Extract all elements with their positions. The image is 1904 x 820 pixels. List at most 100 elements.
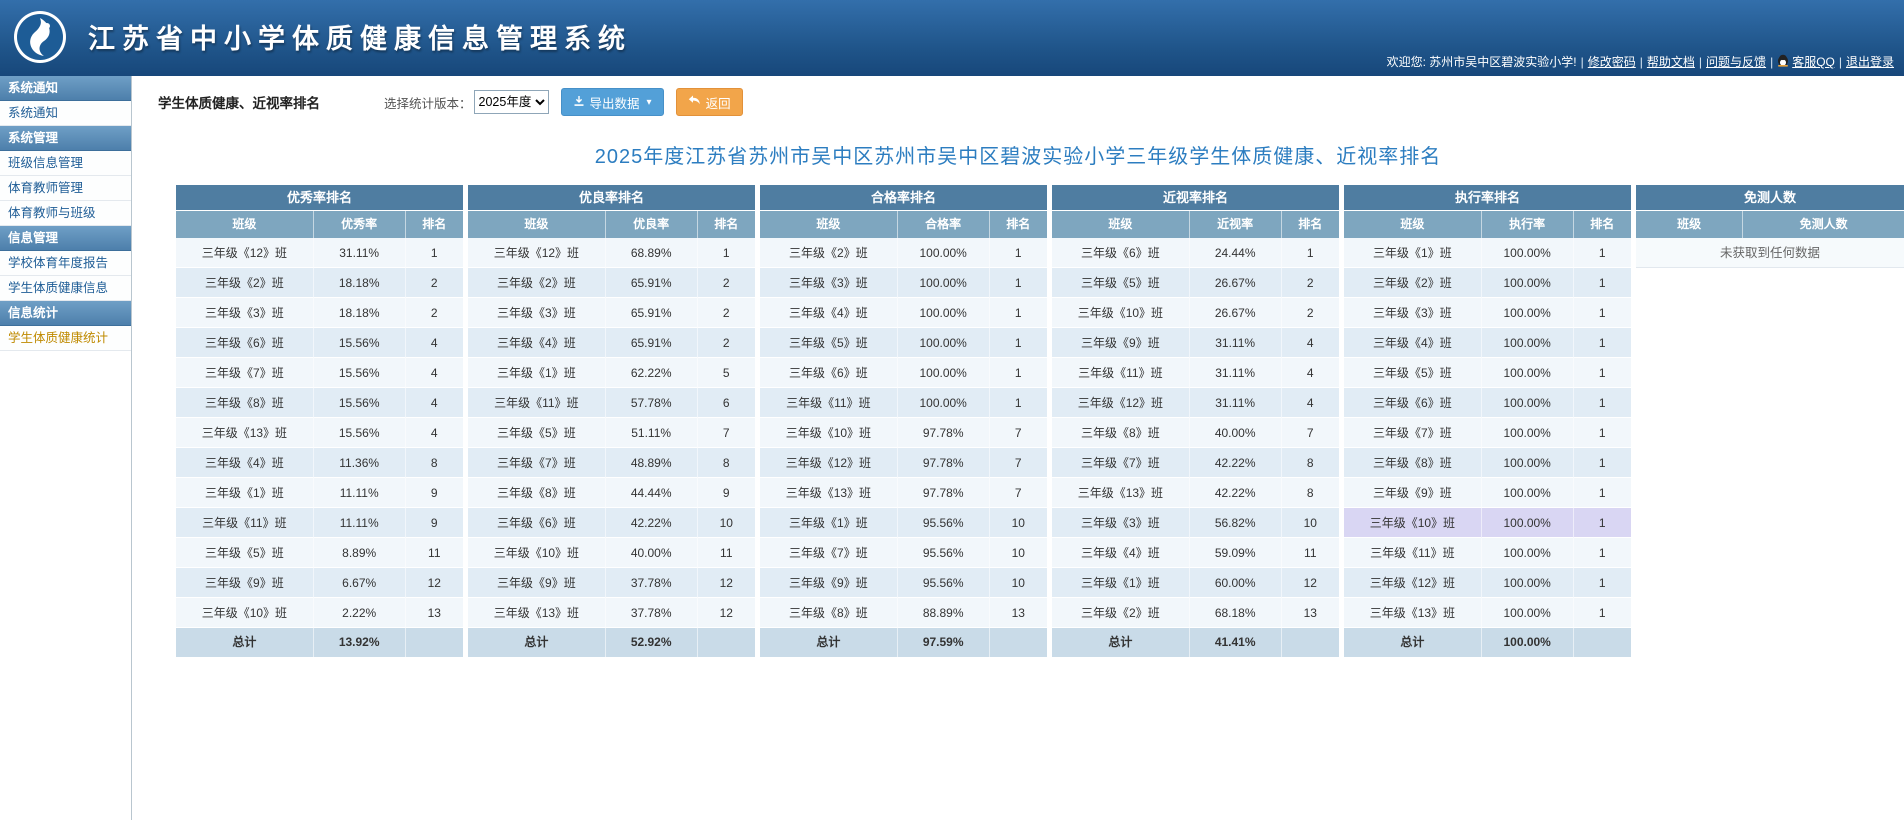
rank-table-3: 近视率排名班级近视率排名三年级《6》班24.44%1三年级《5》班26.67%2… (1052, 185, 1339, 657)
link-separator: | (1640, 55, 1643, 69)
table-row[interactable]: 三年级《5》班100.00%1 (1344, 358, 1631, 388)
table-row[interactable]: 三年级《8》班88.89%13 (760, 598, 1047, 628)
table-row[interactable]: 三年级《9》班31.11%4 (1052, 328, 1339, 358)
table-row[interactable]: 三年级《5》班8.89%11 (176, 538, 463, 568)
table-row[interactable]: 三年级《4》班100.00%1 (760, 298, 1047, 328)
sidebar-item-3[interactable]: 班级信息管理 (0, 151, 131, 176)
table-row[interactable]: 三年级《5》班100.00%1 (760, 328, 1047, 358)
table-cell: 8 (1282, 448, 1339, 478)
table-row[interactable]: 三年级《4》班11.36%8 (176, 448, 463, 478)
table-row[interactable]: 三年级《4》班65.91%2 (468, 328, 755, 358)
table-row[interactable]: 三年级《6》班42.22%10 (468, 508, 755, 538)
export-button-label: 导出数据 (590, 93, 640, 112)
table-row[interactable]: 三年级《5》班26.67%2 (1052, 268, 1339, 298)
table-cell: 三年级《10》班 (1052, 298, 1190, 328)
export-data-button[interactable]: 导出数据 ▾ (561, 88, 664, 116)
table-row[interactable]: 三年级《9》班37.78%12 (468, 568, 755, 598)
table-row[interactable]: 三年级《6》班24.44%1 (1052, 238, 1339, 268)
table-row[interactable]: 三年级《10》班26.67%2 (1052, 298, 1339, 328)
table-row[interactable]: 三年级《9》班100.00%1 (1344, 478, 1631, 508)
sidebar-item-5[interactable]: 体育教师与班级 (0, 201, 131, 226)
header-link-0[interactable]: 修改密码 (1588, 53, 1636, 70)
table-row[interactable]: 三年级《2》班65.91%2 (468, 268, 755, 298)
table-row[interactable]: 三年级《4》班59.09%11 (1052, 538, 1339, 568)
table-row[interactable]: 三年级《11》班11.11%9 (176, 508, 463, 538)
version-select[interactable]: 2025年度 (474, 90, 549, 114)
sidebar-item-8[interactable]: 学生体质健康信息 (0, 276, 131, 301)
table-row[interactable]: 三年级《10》班40.00%11 (468, 538, 755, 568)
table-row[interactable]: 三年级《12》班100.00%1 (1344, 568, 1631, 598)
table-row[interactable]: 三年级《10》班100.00%1 (1344, 508, 1631, 538)
table-row[interactable]: 三年级《8》班40.00%7 (1052, 418, 1339, 448)
header-link-2[interactable]: 问题与反馈 (1706, 53, 1766, 70)
table-row[interactable]: 三年级《2》班18.18%2 (176, 268, 463, 298)
table-row[interactable]: 三年级《6》班100.00%1 (760, 358, 1047, 388)
table-row[interactable]: 三年级《7》班100.00%1 (1344, 418, 1631, 448)
table-row[interactable]: 三年级《11》班31.11%4 (1052, 358, 1339, 388)
header-link-1[interactable]: 帮助文档 (1647, 53, 1695, 70)
table-row[interactable]: 三年级《8》班44.44%9 (468, 478, 755, 508)
table-row[interactable]: 三年级《12》班31.11%1 (176, 238, 463, 268)
table-cell: 三年级《3》班 (1344, 298, 1482, 328)
table-cell: 三年级《2》班 (1052, 598, 1190, 628)
table-row[interactable]: 三年级《2》班100.00%1 (760, 238, 1047, 268)
table-row[interactable]: 三年级《1》班11.11%9 (176, 478, 463, 508)
column-header: 优秀率 (314, 211, 406, 238)
table-row[interactable]: 三年级《2》班100.00%1 (1344, 268, 1631, 298)
sidebar-group-6[interactable]: 信息管理 (0, 226, 131, 251)
table-row[interactable]: 三年级《12》班97.78%7 (760, 448, 1047, 478)
table-row[interactable]: 三年级《10》班2.22%13 (176, 598, 463, 628)
sidebar-item-7[interactable]: 学校体育年度报告 (0, 251, 131, 276)
table-row[interactable]: 三年级《6》班100.00%1 (1344, 388, 1631, 418)
table-row[interactable]: 三年级《3》班100.00%1 (760, 268, 1047, 298)
header-link-4[interactable]: 退出登录 (1846, 53, 1894, 70)
column-header: 免测人数 (1743, 211, 1904, 238)
table-row[interactable]: 三年级《11》班100.00%1 (1344, 538, 1631, 568)
sidebar: 系统通知系统通知系统管理班级信息管理体育教师管理体育教师与班级信息管理学校体育年… (0, 76, 132, 820)
table-row[interactable]: 三年级《2》班68.18%13 (1052, 598, 1339, 628)
table-row[interactable]: 三年级《7》班48.89%8 (468, 448, 755, 478)
table-row[interactable]: 三年级《8》班15.56%4 (176, 388, 463, 418)
table-row[interactable]: 三年级《7》班42.22%8 (1052, 448, 1339, 478)
column-header: 班级 (1636, 211, 1743, 238)
table-row[interactable]: 三年级《4》班100.00%1 (1344, 328, 1631, 358)
table-row[interactable]: 三年级《3》班65.91%2 (468, 298, 755, 328)
return-button[interactable]: 返回 (676, 88, 743, 116)
table-row[interactable]: 三年级《6》班15.56%4 (176, 328, 463, 358)
table-row[interactable]: 三年级《7》班95.56%10 (760, 538, 1047, 568)
table-row[interactable]: 三年级《11》班57.78%6 (468, 388, 755, 418)
table-row[interactable]: 三年级《1》班60.00%12 (1052, 568, 1339, 598)
table-row[interactable]: 三年级《13》班100.00%1 (1344, 598, 1631, 628)
table-row[interactable]: 三年级《12》班68.89%1 (468, 238, 755, 268)
sidebar-group-2[interactable]: 系统管理 (0, 126, 131, 151)
sidebar-item-10[interactable]: 学生体质健康统计 (0, 326, 131, 351)
table-row[interactable]: 三年级《5》班51.11%7 (468, 418, 755, 448)
sidebar-group-0[interactable]: 系统通知 (0, 76, 131, 101)
table-cell: 1 (1574, 328, 1631, 358)
table-row[interactable]: 三年级《13》班37.78%12 (468, 598, 755, 628)
table-row[interactable]: 三年级《9》班6.67%12 (176, 568, 463, 598)
table-row[interactable]: 三年级《13》班15.56%4 (176, 418, 463, 448)
table-cell: 7 (698, 418, 755, 448)
sidebar-item-4[interactable]: 体育教师管理 (0, 176, 131, 201)
table-cell: 97.78% (898, 478, 990, 508)
sidebar-item-1[interactable]: 系统通知 (0, 101, 131, 126)
return-button-label: 返回 (706, 93, 731, 112)
table-row[interactable]: 三年级《1》班95.56%10 (760, 508, 1047, 538)
table-row[interactable]: 三年级《10》班97.78%7 (760, 418, 1047, 448)
table-row[interactable]: 三年级《9》班95.56%10 (760, 568, 1047, 598)
table-row[interactable]: 三年级《3》班100.00%1 (1344, 298, 1631, 328)
table-row[interactable]: 三年级《12》班31.11%4 (1052, 388, 1339, 418)
table-row[interactable]: 三年级《1》班62.22%5 (468, 358, 755, 388)
sidebar-group-9[interactable]: 信息统计 (0, 301, 131, 326)
table-row[interactable]: 三年级《1》班100.00%1 (1344, 238, 1631, 268)
table-row[interactable]: 三年级《3》班56.82%10 (1052, 508, 1339, 538)
table-row[interactable]: 三年级《11》班100.00%1 (760, 388, 1047, 418)
table-row[interactable]: 三年级《7》班15.56%4 (176, 358, 463, 388)
table-row[interactable]: 三年级《13》班42.22%8 (1052, 478, 1339, 508)
table-row[interactable]: 三年级《3》班18.18%2 (176, 298, 463, 328)
table-row[interactable]: 三年级《13》班97.78%7 (760, 478, 1047, 508)
table-row[interactable]: 三年级《8》班100.00%1 (1344, 448, 1631, 478)
table-cell: 三年级《8》班 (760, 598, 898, 628)
header-link-3[interactable]: 客服QQ (1777, 53, 1835, 70)
